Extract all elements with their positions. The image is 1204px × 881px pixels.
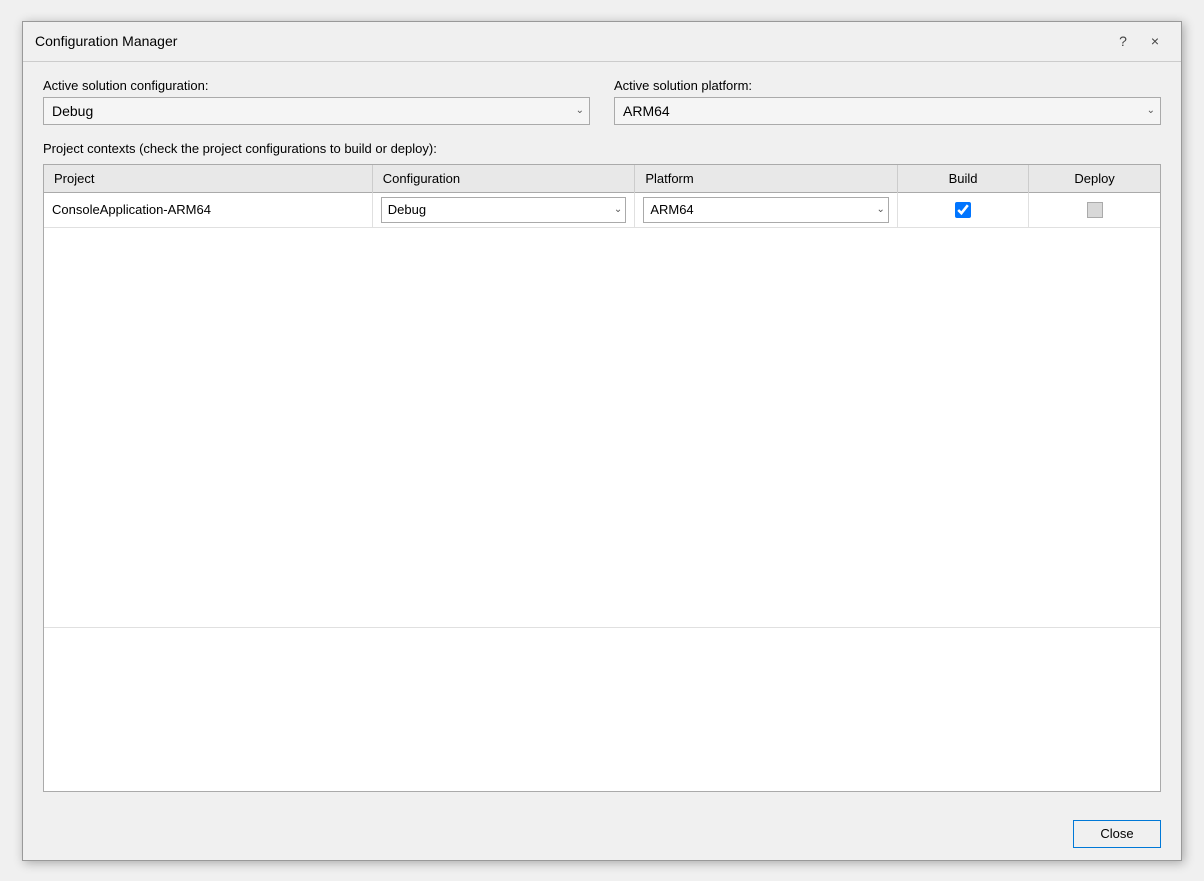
title-bar-buttons: ? ×	[1109, 27, 1169, 55]
col-header-build: Build	[897, 165, 1028, 193]
solution-config-select-wrapper: Debug Release ⌄	[43, 97, 590, 125]
dialog-title: Configuration Manager	[35, 33, 177, 49]
cell-deploy	[1029, 192, 1160, 227]
dialog-content: Active solution configuration: Debug Rel…	[23, 62, 1181, 808]
close-dialog-button[interactable]: Close	[1073, 820, 1161, 848]
solution-config-group: Active solution configuration: Debug Rel…	[43, 78, 590, 125]
deploy-checkbox-disabled	[1087, 202, 1103, 218]
window-close-button[interactable]: ×	[1141, 27, 1169, 55]
cell-config: Debug Release ⌄	[372, 192, 635, 227]
solution-config-select[interactable]: Debug Release	[43, 97, 590, 125]
row-config-select[interactable]: Debug Release	[381, 197, 627, 223]
solution-platform-group: Active solution platform: ARM64 x64 x86 …	[614, 78, 1161, 125]
solution-platform-select[interactable]: ARM64 x64 x86	[614, 97, 1161, 125]
cell-build	[897, 192, 1028, 227]
cell-project-name: ConsoleApplication-ARM64	[44, 192, 372, 227]
empty-space-row	[44, 227, 1160, 627]
title-bar-left: Configuration Manager	[35, 33, 177, 49]
project-table-container: Project Configuration Platform Build Dep…	[43, 164, 1161, 792]
title-bar: Configuration Manager ? ×	[23, 22, 1181, 62]
project-contexts-label: Project contexts (check the project conf…	[43, 141, 1161, 156]
col-header-project: Project	[44, 165, 372, 193]
top-form-row: Active solution configuration: Debug Rel…	[43, 78, 1161, 125]
project-table: Project Configuration Platform Build Dep…	[44, 165, 1160, 628]
dialog-footer: Close	[23, 808, 1181, 860]
solution-platform-select-wrapper: ARM64 x64 x86 ⌄	[614, 97, 1161, 125]
build-checkbox[interactable]	[955, 202, 971, 218]
col-header-platform: Platform	[635, 165, 898, 193]
table-row: ConsoleApplication-ARM64 Debug Release ⌄	[44, 192, 1160, 227]
empty-cell	[44, 227, 1160, 627]
config-select-wrapper: Debug Release ⌄	[381, 197, 627, 223]
solution-platform-label: Active solution platform:	[614, 78, 1161, 93]
configuration-manager-dialog: Configuration Manager ? × Active solutio…	[22, 21, 1182, 861]
platform-select-wrapper: ARM64 x64 x86 ⌄	[643, 197, 889, 223]
cell-platform: ARM64 x64 x86 ⌄	[635, 192, 898, 227]
table-header-row: Project Configuration Platform Build Dep…	[44, 165, 1160, 193]
col-header-deploy: Deploy	[1029, 165, 1160, 193]
col-header-configuration: Configuration	[372, 165, 635, 193]
help-button[interactable]: ?	[1109, 27, 1137, 55]
deploy-checkbox-container	[1037, 202, 1152, 218]
row-platform-select[interactable]: ARM64 x64 x86	[643, 197, 889, 223]
build-checkbox-container	[906, 202, 1020, 218]
solution-config-label: Active solution configuration:	[43, 78, 590, 93]
